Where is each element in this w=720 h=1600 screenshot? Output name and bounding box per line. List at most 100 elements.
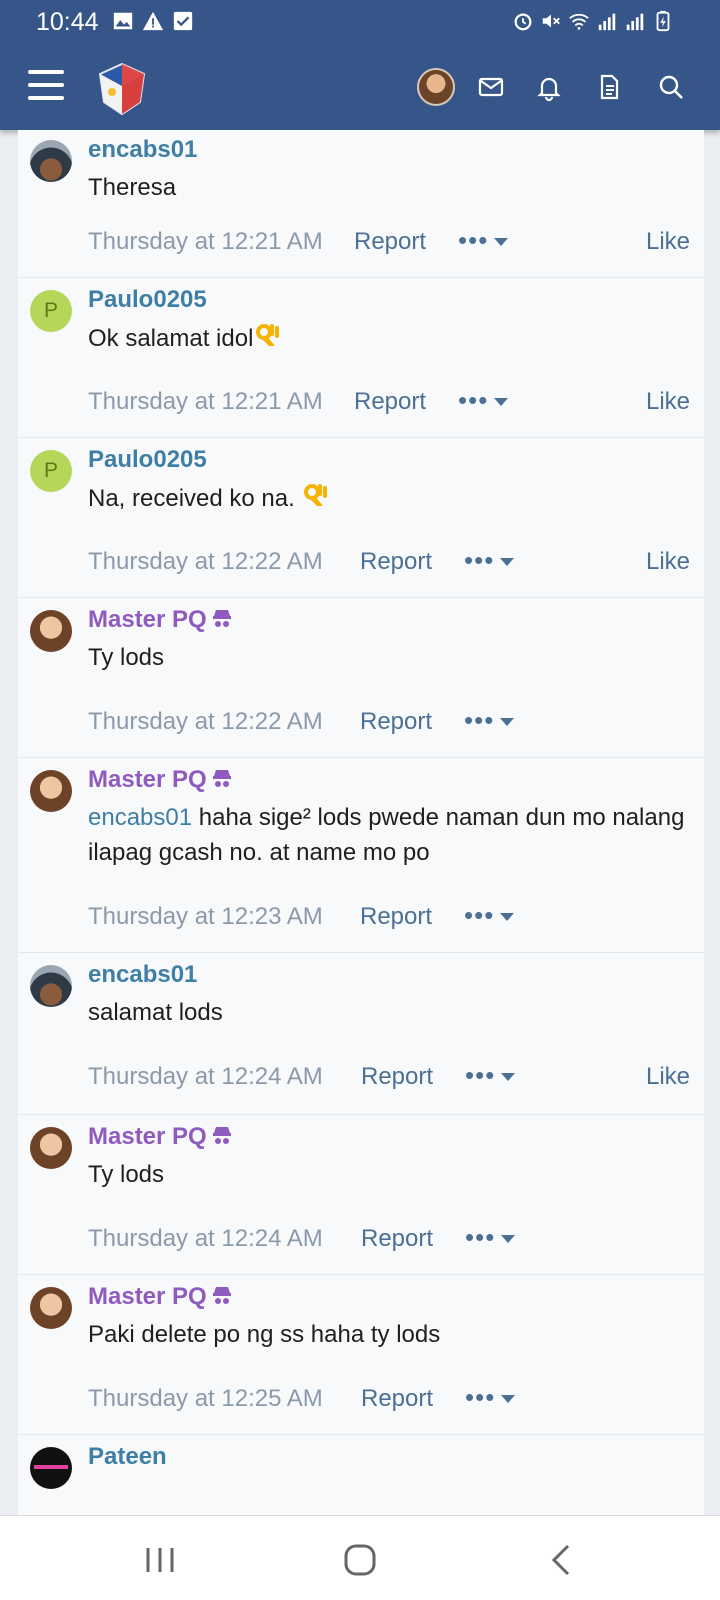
author-name-staff[interactable]: Master PQ xyxy=(88,1283,233,1311)
post-text: Ok salamat idol xyxy=(88,325,254,352)
report-link[interactable]: Report xyxy=(354,228,426,256)
document-icon[interactable] xyxy=(594,72,624,102)
author-name[interactable]: Master PQ xyxy=(88,766,207,793)
more-actions-icon[interactable]: ••• xyxy=(464,545,515,576)
staff-badge-icon xyxy=(212,610,231,627)
ok-hand-emoji-icon xyxy=(304,484,328,506)
app-bar xyxy=(0,46,720,130)
list-item: encabs01 Theresa Thursday at 12:21 AM Re… xyxy=(18,130,704,278)
report-link[interactable]: Report xyxy=(360,548,432,576)
list-item: Master PQ Ty lods Thursday at 12:24 AM R… xyxy=(18,1115,704,1275)
user-mention[interactable]: encabs01 xyxy=(88,804,192,831)
wifi-icon xyxy=(569,13,589,30)
report-link[interactable]: Report xyxy=(361,1225,433,1253)
list-item: Pateen xyxy=(18,1435,704,1515)
check-box-icon xyxy=(173,11,193,31)
author-avatar[interactable] xyxy=(30,140,72,182)
system-nav-bar xyxy=(0,1515,720,1600)
author-name-staff[interactable]: Master PQ xyxy=(88,766,233,794)
author-avatar[interactable] xyxy=(30,1287,72,1329)
list-item: P Paulo0205 Na, received ko na. Thursday… xyxy=(18,438,704,598)
author-name[interactable]: Pateen xyxy=(88,1443,167,1471)
battery-icon xyxy=(656,10,670,32)
author-avatar[interactable] xyxy=(30,770,72,812)
author-avatar[interactable] xyxy=(30,1127,72,1169)
list-item: Master PQ encabs01 haha sige² lods pwede… xyxy=(18,758,704,953)
author-name[interactable]: Paulo0205 xyxy=(88,446,207,474)
report-link[interactable]: Report xyxy=(360,708,432,736)
list-item: Master PQ Ty lods Thursday at 12:22 AM R… xyxy=(18,598,704,758)
report-link[interactable]: Report xyxy=(361,1063,433,1091)
author-name[interactable]: encabs01 xyxy=(88,136,197,164)
mail-icon[interactable] xyxy=(476,72,506,102)
post-body: encabs01 haha sige² lods pwede naman dun… xyxy=(88,800,690,870)
author-avatar[interactable]: P xyxy=(30,450,72,492)
author-avatar[interactable] xyxy=(30,965,72,1007)
more-actions-icon[interactable]: ••• xyxy=(458,385,509,416)
more-actions-icon[interactable]: ••• xyxy=(464,705,515,736)
recent-apps-icon[interactable] xyxy=(140,1540,180,1580)
post-timestamp[interactable]: Thursday at 12:22 AM xyxy=(88,548,323,575)
author-name[interactable]: Master PQ xyxy=(88,606,207,633)
author-avatar[interactable]: P xyxy=(30,290,72,332)
user-avatar[interactable] xyxy=(417,68,455,106)
post-timestamp[interactable]: Thursday at 12:22 AM xyxy=(88,708,323,735)
post-text: Paki delete po ng ss haha ty lods xyxy=(88,1321,441,1348)
post-timestamp[interactable]: Thursday at 12:23 AM xyxy=(88,903,323,930)
staff-badge-icon xyxy=(212,770,231,787)
staff-badge-icon xyxy=(212,1127,231,1144)
status-time: 10:44 xyxy=(36,8,99,36)
warning-icon xyxy=(142,11,164,31)
staff-badge-icon xyxy=(212,1287,231,1304)
post-text: salamat lods xyxy=(88,999,223,1026)
author-name[interactable]: encabs01 xyxy=(88,961,197,989)
list-item: P Paulo0205 Ok salamat idol Thursday at … xyxy=(18,278,704,438)
post-text: Ty lods xyxy=(88,1161,165,1188)
post-timestamp[interactable]: Thursday at 12:25 AM xyxy=(88,1385,323,1412)
report-link[interactable]: Report xyxy=(361,1385,433,1413)
author-avatar[interactable] xyxy=(30,610,72,652)
like-link[interactable]: Like xyxy=(646,1063,690,1091)
list-item: Master PQ Paki delete po ng ss haha ty l… xyxy=(18,1275,704,1435)
post-text: Na, received ko na. xyxy=(88,485,295,512)
more-actions-icon[interactable]: ••• xyxy=(465,1060,516,1091)
more-actions-icon[interactable]: ••• xyxy=(464,900,515,931)
post-timestamp[interactable]: Thursday at 12:21 AM xyxy=(88,228,323,255)
post-timestamp[interactable]: Thursday at 12:24 AM xyxy=(88,1063,323,1090)
conversation-feed[interactable]: encabs01 Theresa Thursday at 12:21 AM Re… xyxy=(18,130,704,1515)
author-name-staff[interactable]: Master PQ xyxy=(88,1123,233,1151)
alarm-icon xyxy=(514,13,532,31)
search-icon[interactable] xyxy=(656,72,686,102)
more-actions-icon[interactable]: ••• xyxy=(458,225,509,256)
signal-icon xyxy=(598,13,616,31)
status-bar: 10:44 xyxy=(0,0,720,46)
list-item: encabs01 salamat lods Thursday at 12:24 … xyxy=(18,953,704,1115)
author-name[interactable]: Paulo0205 xyxy=(88,286,207,314)
back-icon[interactable] xyxy=(542,1540,582,1580)
ok-hand-emoji-icon xyxy=(256,324,280,346)
author-avatar[interactable] xyxy=(30,1447,72,1489)
like-link[interactable]: Like xyxy=(646,388,690,416)
post-timestamp[interactable]: Thursday at 12:24 AM xyxy=(88,1225,323,1252)
more-actions-icon[interactable]: ••• xyxy=(465,1382,516,1413)
home-icon[interactable] xyxy=(340,1540,380,1580)
mute-icon xyxy=(542,14,560,28)
post-body: Ok salamat idol xyxy=(88,320,690,356)
post-text: Theresa xyxy=(88,174,177,201)
report-link[interactable]: Report xyxy=(354,388,426,416)
image-icon xyxy=(113,12,133,30)
post-text: Ty lods xyxy=(88,644,165,671)
author-name[interactable]: Master PQ xyxy=(88,1123,207,1150)
like-link[interactable]: Like xyxy=(646,228,690,256)
more-actions-icon[interactable]: ••• xyxy=(465,1222,516,1253)
post-timestamp[interactable]: Thursday at 12:21 AM xyxy=(88,388,323,415)
site-logo[interactable] xyxy=(92,58,152,118)
author-name[interactable]: Master PQ xyxy=(88,1283,207,1310)
menu-icon[interactable] xyxy=(28,70,64,100)
like-link[interactable]: Like xyxy=(646,548,690,576)
post-body: Na, received ko na. xyxy=(88,480,690,516)
signal-icon xyxy=(626,13,644,31)
bell-icon[interactable] xyxy=(534,72,564,102)
report-link[interactable]: Report xyxy=(360,903,432,931)
author-name-staff[interactable]: Master PQ xyxy=(88,606,233,634)
